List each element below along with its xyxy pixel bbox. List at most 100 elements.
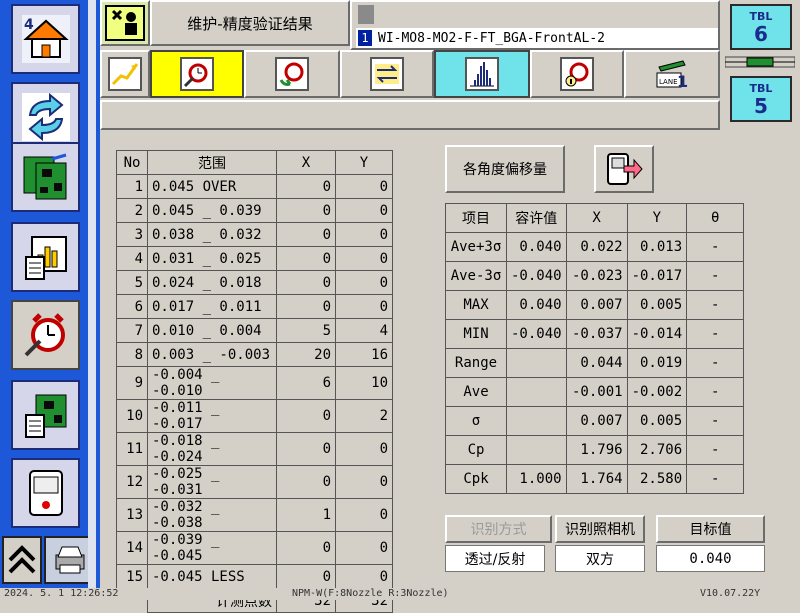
- row-y: 0: [335, 222, 393, 247]
- row-y: 0.005: [626, 406, 688, 436]
- row-tolerance: 0.040: [506, 232, 567, 262]
- tab-recycle-check[interactable]: [244, 50, 340, 98]
- row-range: 0.010 _ 0.004: [147, 318, 277, 343]
- table-row: Range 0.044 0.019-: [445, 348, 745, 378]
- row-range: -0.004 _ -0.010: [147, 366, 277, 400]
- nav-board-button[interactable]: [11, 142, 80, 212]
- row-y: 10: [335, 366, 393, 400]
- table-row: Ave -0.001 -0.002-: [445, 377, 745, 407]
- table-row: 11 -0.018 _ -0.024 0 0: [116, 432, 393, 466]
- bar-chart-report-icon: [24, 236, 67, 280]
- row-y: 0.019: [626, 348, 688, 378]
- row-no: 5: [116, 270, 148, 295]
- row-theta: -: [686, 348, 745, 378]
- table-row: 13 -0.032 _ -0.038 1 0: [116, 498, 393, 532]
- scroll-up-button[interactable]: [2, 536, 42, 584]
- refresh-arrows-icon: [21, 93, 70, 141]
- row-no: 3: [116, 222, 148, 247]
- row-tolerance: [506, 377, 567, 407]
- table-row: 3 0.038 _ 0.032 0 0: [116, 222, 393, 247]
- row-x: 1.796: [565, 435, 628, 465]
- row-tolerance: [506, 406, 567, 436]
- tab-precision-check[interactable]: [150, 50, 244, 98]
- trend-line-icon: [108, 57, 142, 91]
- row-y: 0.005: [626, 290, 688, 320]
- nav-maintenance-button[interactable]: [11, 300, 80, 370]
- row-y: 0: [335, 564, 393, 589]
- header-item: 项目: [445, 203, 507, 233]
- histogram-icon: [465, 57, 499, 91]
- row-no: 6: [116, 294, 148, 319]
- target-value-button[interactable]: 目标值: [656, 515, 765, 543]
- recognition-camera-value: 双方: [555, 545, 645, 572]
- tbl-number: 6: [754, 22, 768, 46]
- tab-info-check[interactable]: [530, 50, 624, 98]
- nav-home-button[interactable]: 4: [11, 4, 80, 74]
- exit-door-icon: [607, 153, 643, 185]
- status-bar: 2024. 5. 1 12:26:52 NPM-W(F:8Nozzle R:3N…: [0, 588, 800, 600]
- table-row: MAX 0.040 0.007 0.005-: [445, 290, 745, 320]
- recognition-camera-button[interactable]: 识别照相机: [555, 515, 645, 543]
- tab-histogram[interactable]: [434, 50, 530, 98]
- table-row: 1 0.045 OVER 0 0: [116, 174, 393, 199]
- row-x: 0: [276, 246, 336, 271]
- header-x: X: [276, 150, 336, 175]
- nav-machine-button[interactable]: [11, 458, 80, 528]
- row-no: 1: [116, 174, 148, 199]
- table-row: 15 -0.045 LESS 0 0: [116, 564, 393, 589]
- tbl-number: 5: [754, 94, 768, 118]
- svg-text:1: 1: [677, 72, 688, 91]
- table-row: Ave-3σ -0.040 -0.023 -0.017-: [445, 261, 745, 291]
- row-y: 2: [335, 399, 393, 433]
- table-row: 7 0.010 _ 0.004 5 4: [116, 318, 393, 343]
- header-tolerance: 容许值: [506, 203, 567, 233]
- row-range: 0.038 _ 0.032: [147, 222, 277, 247]
- tab-transfer[interactable]: [340, 50, 434, 98]
- table-row: Ave+3σ 0.040 0.022 0.013-: [445, 232, 745, 262]
- nav-report-button[interactable]: [11, 222, 80, 292]
- row-x: -0.023: [565, 261, 628, 291]
- row-y: -0.002: [626, 377, 688, 407]
- row-no: 7: [116, 318, 148, 343]
- tab-lane[interactable]: LANE 1: [624, 50, 720, 98]
- angle-offset-button[interactable]: 各角度偏移量: [445, 145, 565, 193]
- program-name-field[interactable]: 1 WI-MO8-MO2-F-FT_BGA-FrontAL-2: [356, 28, 718, 48]
- row-tolerance: -0.040: [506, 319, 567, 349]
- tbl-5-button[interactable]: TBL 5: [730, 76, 792, 122]
- row-theta: -: [686, 232, 745, 262]
- row-no: 14: [116, 531, 148, 565]
- row-x: 0: [276, 222, 336, 247]
- exit-button[interactable]: [594, 145, 654, 193]
- row-x: 0: [276, 465, 336, 499]
- row-no: 2: [116, 198, 148, 223]
- version-text: V10.07.22Y: [700, 588, 761, 599]
- nav-data-button[interactable]: [11, 380, 80, 450]
- row-theta: -: [686, 464, 745, 494]
- row-range: 0.045 OVER: [147, 174, 277, 199]
- program-number: 1: [358, 30, 372, 46]
- tbl-6-button[interactable]: TBL 6: [730, 4, 792, 50]
- program-tab-marker: [358, 5, 374, 24]
- row-tolerance: [506, 348, 567, 378]
- row-x: -0.001: [565, 377, 628, 407]
- row-theta: -: [686, 435, 745, 465]
- table-row: 2 0.045 _ 0.039 0 0: [116, 198, 393, 223]
- row-x: 0.007: [565, 406, 628, 436]
- row-tolerance: -0.040: [506, 261, 567, 291]
- machine-info-text: NPM-W(F:8Nozzle R:3Nozzle): [292, 588, 449, 599]
- header-y: Y: [335, 150, 393, 175]
- conveyor-link-icon: [725, 56, 795, 68]
- left-navigation: 4: [0, 0, 100, 588]
- recognition-method-button[interactable]: 识别方式: [445, 515, 552, 543]
- transfer-arrows-icon: [370, 57, 404, 91]
- table-header-row: No 范围 X Y: [116, 150, 393, 175]
- row-x: 0: [276, 564, 336, 589]
- tab-trend[interactable]: [100, 50, 150, 98]
- header-x: X: [565, 203, 628, 233]
- table-row: Cp 1.796 2.706-: [445, 435, 745, 465]
- table-row: 5 0.024 _ 0.018 0 0: [116, 270, 393, 295]
- table-row: 10 -0.011 _ -0.017 0 2: [116, 399, 393, 433]
- header-range: 范围: [147, 150, 277, 175]
- table-row: 4 0.031 _ 0.025 0 0: [116, 246, 393, 271]
- row-item: Ave+3σ: [445, 232, 507, 262]
